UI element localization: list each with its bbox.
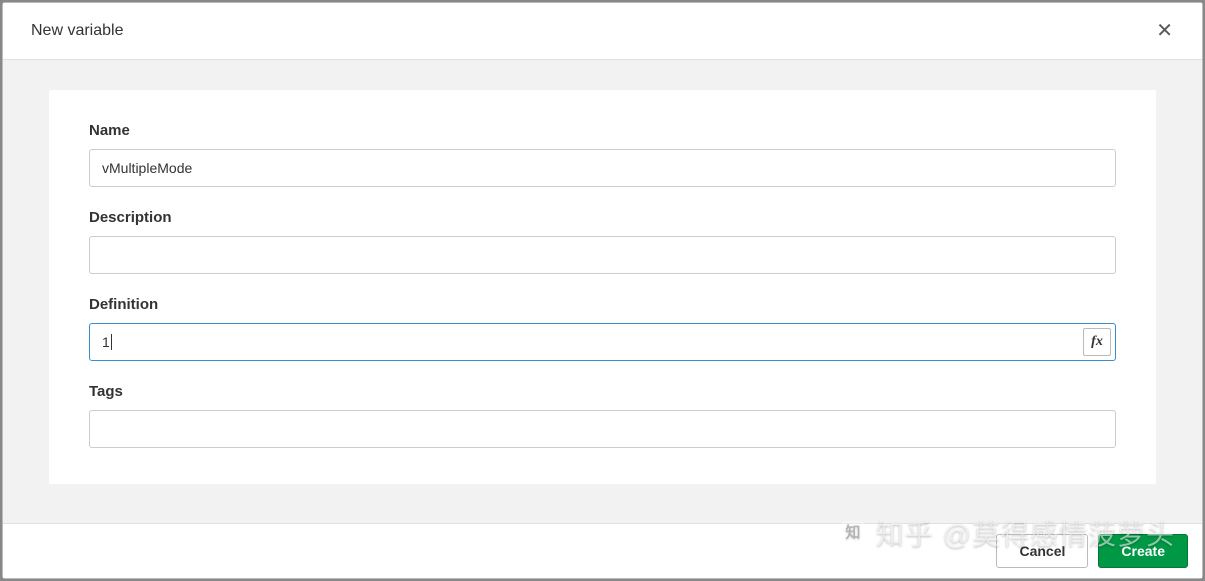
definition-wrap: 1 fx (89, 323, 1116, 361)
description-input[interactable] (89, 236, 1116, 274)
name-label: Name (89, 122, 1116, 139)
modal-footer: Cancel Create (3, 523, 1202, 578)
name-input[interactable] (89, 149, 1116, 187)
modal-body: Name Description Definition 1 fx (3, 60, 1202, 523)
tags-label: Tags (89, 383, 1116, 400)
definition-value: 1 (102, 334, 110, 350)
definition-input[interactable]: 1 (89, 323, 1116, 361)
name-group: Name (89, 122, 1116, 187)
definition-group: Definition 1 fx (89, 296, 1116, 361)
definition-label: Definition (89, 296, 1116, 313)
description-group: Description (89, 209, 1116, 274)
fx-icon: fx (1091, 334, 1103, 350)
text-cursor (111, 334, 112, 350)
fx-button[interactable]: fx (1083, 328, 1111, 356)
create-button[interactable]: Create (1098, 534, 1188, 568)
description-label: Description (89, 209, 1116, 226)
modal-header: New variable ✕ (3, 3, 1202, 60)
form-card: Name Description Definition 1 fx (49, 90, 1156, 484)
tags-input[interactable] (89, 410, 1116, 448)
new-variable-modal: New variable ✕ Name Description Definiti… (2, 2, 1203, 579)
close-button[interactable]: ✕ (1152, 19, 1177, 43)
cancel-button[interactable]: Cancel (996, 534, 1088, 568)
modal-title: New variable (31, 22, 123, 40)
close-icon: ✕ (1156, 20, 1173, 42)
tags-group: Tags (89, 383, 1116, 448)
